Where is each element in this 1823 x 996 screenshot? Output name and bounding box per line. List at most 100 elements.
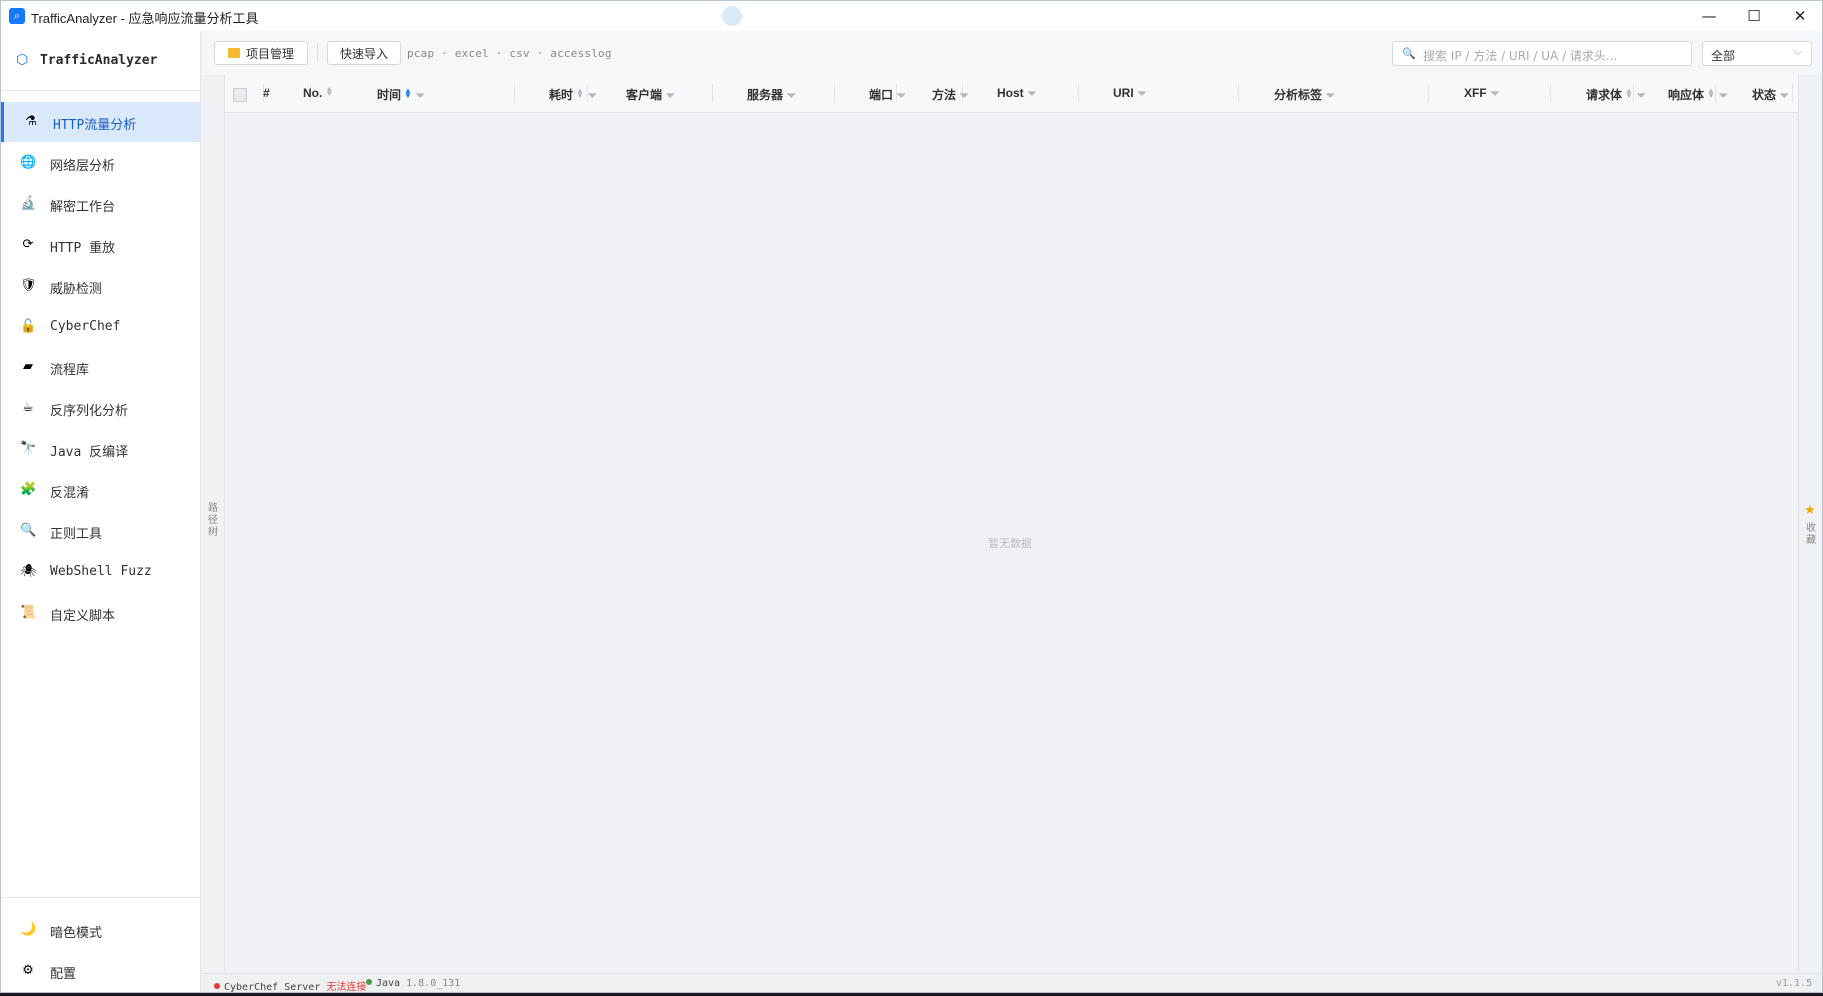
filter-icon[interactable]: ⏷ (897, 90, 906, 103)
sidebar-bottom-item-1[interactable]: ⚙ 配置 (1, 951, 200, 991)
select-all-checkbox[interactable] (233, 88, 247, 102)
sidebar-item-12[interactable]: 📜 自定义脚本 (1, 593, 200, 633)
column-header-label: 时间 (377, 88, 402, 102)
filter-icon[interactable]: ⏷ (666, 90, 675, 103)
project-manage-label: 项目管理 (246, 47, 295, 61)
sidebar-item-1[interactable]: 🌐 网络层分析 (1, 143, 200, 183)
close-button[interactable]: ✕ (1777, 1, 1822, 31)
minimize-button[interactable]: — (1686, 1, 1732, 31)
column-header[interactable]: 客户端 ⏷ (626, 86, 675, 103)
sidebar-item-11[interactable]: 🕷 WebShell Fuzz (1, 552, 200, 592)
column-header-label: 响应体 (1668, 88, 1705, 102)
column-header[interactable]: 分析标签 ⏷ (1274, 86, 1335, 103)
column-header[interactable]: URI ⏷ (1113, 86, 1146, 101)
column-header-label: No. (303, 86, 323, 100)
sidebar-item-2[interactable]: 🔬 解密工作台 (1, 184, 200, 224)
sidebar-item-9[interactable]: 🧩 反混淆 (1, 470, 200, 510)
column-header[interactable]: 时间 ▲ ▼ ⏷ (377, 86, 425, 103)
shield-icon: 🛡 (20, 278, 37, 293)
cyberchef-state: 无法连接 (326, 982, 367, 993)
sidebar-item-4[interactable]: 🛡 威胁检测 (1, 266, 200, 306)
column-header[interactable]: 方法 ⏷ (932, 86, 969, 103)
sidebar-item-5[interactable]: 🔓 CyberChef (1, 307, 200, 347)
filter-icon[interactable]: ⏷ (416, 90, 425, 103)
filter-select-value: 全部 (1711, 49, 1736, 63)
sort-icon[interactable]: ▲ ▼ (404, 87, 412, 100)
sidebar-bottom-item-0[interactable]: 🌙 暗色模式 (1, 910, 200, 950)
column-divider[interactable] (1428, 84, 1429, 102)
telescope-icon: 🔭 (20, 441, 37, 456)
filter-select[interactable]: 全部 ⌵ (1702, 41, 1812, 66)
title-bar: ⌕ TrafficAnalyzer - 应急响应流量分析工具 — ☐ ✕ (1, 1, 1822, 31)
sidebar-item-6[interactable]: ▰ 流程库 (1, 347, 200, 387)
sidebar-item-10[interactable]: 🔍 正则工具 (1, 511, 200, 551)
toolbar-divider (317, 43, 318, 63)
http-analysis-icon: ⚗ (25, 114, 37, 129)
filter-icon[interactable]: ⏷ (1326, 90, 1335, 103)
filter-icon[interactable]: ⏷ (1719, 90, 1728, 103)
column-divider[interactable] (514, 84, 515, 102)
sort-icon[interactable]: ▲ ▼ (325, 85, 333, 98)
filter-icon[interactable]: ⏷ (787, 90, 796, 103)
column-divider[interactable] (1792, 84, 1793, 102)
toolbar: 项目管理 快速导入 pcap · excel · csv · accesslog… (202, 31, 1822, 75)
app-logo-icon: ⌕ (9, 8, 25, 24)
sidebar-item-3[interactable]: ⟳ HTTP 重放 (1, 225, 200, 265)
sidebar-item-label: 威胁检测 (50, 282, 103, 297)
sidebar-bottom: 🌙 暗色模式 ⚙ 配置 (1, 897, 200, 982)
filter-icon[interactable]: ⏷ (960, 90, 969, 103)
column-divider[interactable] (834, 84, 835, 102)
java-version: 1.8.0_131 (406, 978, 461, 989)
column-divider[interactable] (712, 84, 713, 102)
sidebar-item-7[interactable]: ☕ 反序列化分析 (1, 388, 200, 428)
quick-import-button[interactable]: 快速导入 (327, 41, 401, 65)
column-header[interactable]: 状态 ⏷ (1752, 86, 1789, 103)
column-header[interactable]: Host ⏷ (997, 86, 1036, 101)
sidebar-item-0[interactable]: ⚗ HTTP流量分析 (1, 102, 200, 142)
filter-icon[interactable]: ⏷ (1028, 88, 1037, 101)
column-header[interactable]: 耗时 ▲ ▼ ⏷ (549, 86, 597, 103)
column-header[interactable]: 端口 ⏷ (869, 86, 906, 103)
filter-icon[interactable]: ⏷ (1138, 88, 1147, 101)
filter-icon[interactable]: ⏷ (1637, 90, 1646, 103)
globe-icon: 🌐 (20, 155, 37, 170)
brand-name: TrafficAnalyzer (40, 53, 158, 68)
microscope-icon: 🔬 (20, 196, 37, 211)
column-divider[interactable] (1238, 84, 1239, 102)
column-divider[interactable] (1078, 84, 1079, 102)
hexagon-icon: ⬡ (16, 52, 29, 68)
column-divider[interactable] (1550, 84, 1551, 102)
sidebar-item-label: 网络层分析 (50, 159, 116, 174)
sidebar-item-8[interactable]: 🔭 Java 反编译 (1, 429, 200, 469)
filter-icon[interactable]: ⏷ (588, 90, 597, 103)
cyberchef-status-dot (214, 983, 220, 989)
sort-icon[interactable]: ▲ ▼ (1707, 87, 1715, 100)
column-header-label: 请求体 (1586, 88, 1623, 102)
column-header[interactable]: # (263, 86, 270, 100)
filter-icon[interactable]: ⏷ (1780, 90, 1789, 103)
sidebar-item-label: 反序列化分析 (50, 404, 129, 419)
sort-icon[interactable]: ▲ ▼ (576, 87, 584, 100)
app-window: ⌕ TrafficAnalyzer - 应急响应流量分析工具 — ☐ ✕ ⬡ T… (0, 0, 1823, 993)
column-header[interactable]: XFF ⏷ (1464, 86, 1499, 101)
path-tree-toggle[interactable]: 路径树 (202, 75, 225, 973)
sort-icon[interactable]: ▲ ▼ (1625, 87, 1633, 100)
column-header[interactable]: 服务器 ⏷ (747, 86, 796, 103)
gear-icon: ⚙ (22, 963, 34, 978)
sidebar-item-label: WebShell Fuzz (50, 564, 152, 579)
column-header[interactable]: 请求体 ▲ ▼ ⏷ (1586, 86, 1646, 103)
puzzle-icon: 🧩 (20, 482, 37, 497)
maximize-button[interactable]: ☐ (1731, 1, 1777, 31)
sidebar: ⬡ TrafficAnalyzer ⚗ HTTP流量分析 🌐 网络层分析 🔬 解密工作台 ⟳… (1, 31, 201, 992)
project-manage-button[interactable]: 项目管理 (214, 41, 308, 65)
filter-icon[interactable]: ⏷ (1491, 88, 1500, 101)
unlock-icon: 🔓 (20, 319, 37, 334)
favorites-toggle[interactable]: ★ 收藏 (1798, 75, 1822, 973)
java-label: Java (376, 978, 401, 989)
sidebar-item-label: 解密工作台 (50, 200, 116, 215)
search-input[interactable]: 🔍 搜索 IP / 方法 / URI / UA / 请求头... (1392, 41, 1692, 66)
column-header[interactable]: No. ▲ ▼ (303, 85, 333, 101)
star-icon: ★ (1804, 503, 1816, 518)
column-header[interactable]: 响应体 ▲ ▼ ⏷ (1668, 86, 1728, 103)
sidebar-item-label: 暗色模式 (50, 926, 103, 941)
